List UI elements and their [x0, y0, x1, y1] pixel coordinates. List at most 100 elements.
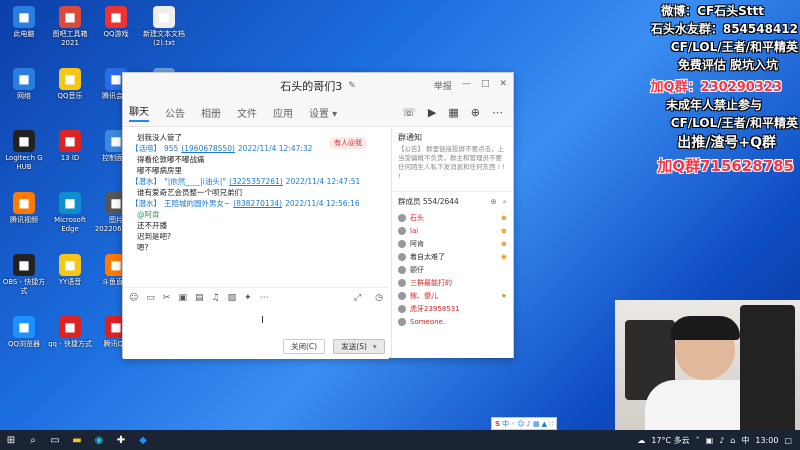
emoji-icon[interactable]: ☺ [129, 293, 138, 303]
overlay-weibo: 微博：CF石头Sttt [661, 4, 764, 18]
desktop-icon[interactable]: ■ Microsoft Edge [46, 192, 94, 234]
desktop-icon-label: 腾讯视频 [10, 216, 38, 224]
desktop-icon[interactable]: ■ qq - 快捷方式 [46, 316, 94, 349]
member-item[interactable]: 三群最能打的 [392, 276, 513, 289]
tab-files[interactable]: 文件 [237, 105, 257, 120]
member-item[interactable]: 虎牙23958531 [392, 302, 513, 315]
more-tools-icon[interactable]: ⋯ [260, 293, 269, 303]
desktop-icon[interactable]: ■ 13 ID [46, 130, 94, 163]
history-icon[interactable]: ◷ [375, 293, 383, 303]
maximize-button[interactable]: □ [481, 79, 490, 92]
input-lang[interactable]: 中 [741, 435, 749, 446]
desktop-icon[interactable]: ■ QQ游戏 [92, 6, 140, 39]
ime-toolbar[interactable]: S 中 ◦ ☺ ♪ ▦ ▲ ∷ [491, 417, 558, 430]
shake-icon[interactable]: ✦ [244, 293, 252, 303]
scissors-icon[interactable]: ✂ [163, 293, 171, 303]
tab-settings[interactable]: 设置 ▾ [309, 105, 337, 120]
clock[interactable]: 13:00 [755, 436, 778, 445]
ime-emoji-icon[interactable]: ☺ [517, 420, 524, 428]
expand-icon[interactable]: ⤢ [354, 293, 361, 303]
phone-icon[interactable]: ☏ [402, 106, 416, 119]
image-icon[interactable]: ▨ [228, 293, 237, 303]
sender-name[interactable]: 王陪城的圆外男女~ [164, 199, 230, 208]
qq-taskbar-icon[interactable]: ◆ [132, 430, 154, 450]
desktop-icon[interactable]: ■ 腾讯视频 [0, 192, 48, 225]
desktop-icon-label: qq - 快捷方式 [48, 340, 92, 348]
ime-punct-icon[interactable]: ◦ [511, 420, 515, 428]
doc-icon[interactable]: ▤ [195, 293, 204, 303]
avatar [398, 291, 406, 300]
ime-voice-icon[interactable]: ♪ [527, 420, 531, 428]
sender-num[interactable]: (3225357261) [229, 177, 283, 186]
weather-text[interactable]: 17°C 多云 [651, 435, 689, 446]
sender-name[interactable]: °|依然____|i油头|° [164, 177, 226, 186]
desktop-icon[interactable]: ■ Logitech G HUB [0, 130, 48, 172]
screen-share-icon[interactable]: ▦ [448, 106, 458, 119]
tab-notice[interactable]: 公告 [165, 105, 185, 120]
music-icon[interactable]: ♫ [211, 293, 219, 303]
desktop-icon[interactable]: ■ QQ浏览器 [0, 316, 48, 349]
send-button[interactable]: 发送(S) ▾ [333, 339, 385, 354]
members-search-icon[interactable]: ⌕ [503, 197, 507, 207]
ime-mode[interactable]: 中 [502, 419, 509, 429]
notice-text[interactable]: 【公告】 群里链接投屏不要点击，上当受骗概不负责，群主和管理员不要任何陌生人私下… [392, 145, 513, 181]
report-button[interactable]: 举报 [434, 79, 452, 92]
qq-icon: ■ [59, 316, 81, 338]
desktop-icon[interactable]: ■ OBS - 快捷方式 [0, 254, 48, 296]
desktop-icon[interactable]: ■ 图吧工具箱2021 [46, 6, 94, 48]
desktop-icon[interactable]: ■ 此电脑 [0, 6, 48, 39]
desktop-icon[interactable]: ■ QQ音乐 [46, 68, 94, 101]
weather-icon[interactable]: ☁ [637, 436, 645, 445]
gif-icon[interactable]: ▭ [146, 293, 155, 303]
overlay-qgroup: 加Q群：230290323 [650, 80, 782, 95]
sender-num[interactable]: (1960678550) [181, 144, 235, 153]
volume-icon[interactable]: ♪ [719, 436, 724, 445]
member-item[interactable]: 石头 ♚ [392, 211, 513, 224]
ime-shirt-icon[interactable]: ▲ [542, 420, 547, 428]
member-item[interactable]: 鎵、傻儿 ★ [392, 289, 513, 302]
edit-icon[interactable]: ✎ [348, 81, 356, 91]
task-view-icon[interactable]: ▭ [44, 430, 66, 450]
tab-chat[interactable]: 聊天 [129, 103, 149, 122]
mention-tag[interactable]: 有人@我 [329, 137, 367, 149]
send-options-icon[interactable]: ▾ [373, 342, 377, 351]
member-item[interactable]: 着自太难了 ♚ [392, 250, 513, 263]
app-taskbar-icon[interactable]: ✚ [110, 430, 132, 450]
logitech-icon: ■ [13, 130, 35, 152]
add-member-icon[interactable]: ⊕ [471, 106, 480, 119]
folder-icon[interactable]: ▣ [178, 293, 187, 303]
message-input[interactable]: I 关闭(C) 发送(S) ▾ [123, 307, 389, 359]
desktop-icon[interactable]: ■ YY语音 [46, 254, 94, 287]
overlay-eval: 免费评估 脱坑入坑 [677, 58, 778, 72]
minimize-button[interactable]: — [462, 79, 471, 92]
invite-icon[interactable]: ⊕ [491, 197, 497, 207]
search-icon[interactable]: ⌕ [22, 430, 44, 450]
video-call-icon[interactable]: ▶ [428, 106, 436, 119]
member-item[interactable]: 颤仔 [392, 263, 513, 276]
close-button[interactable]: 关闭(C) [283, 339, 325, 354]
app-icon: ■ [59, 130, 81, 152]
tab-album[interactable]: 相册 [201, 105, 221, 120]
edge-taskbar-icon[interactable]: ◉ [88, 430, 110, 450]
tab-apps[interactable]: 应用 [273, 105, 293, 120]
member-item[interactable]: 阿肯 ♚ [392, 237, 513, 250]
tray-chevron-icon[interactable]: ˄ [696, 436, 700, 445]
notification-icon[interactable]: ▢ [784, 436, 792, 445]
sender-num[interactable]: (838270134) [233, 199, 282, 208]
file-explorer-icon[interactable]: ▬ [66, 430, 88, 450]
message-text: 迟到是吧? [137, 232, 171, 241]
desktop-icon[interactable]: ■ 新建文本文档(2).txt [140, 6, 188, 48]
ime-keyboard-icon[interactable]: ▦ [533, 420, 540, 428]
desktop-icon[interactable]: ■ 网络 [0, 68, 48, 101]
ime-grid-icon[interactable]: ∷ [549, 420, 553, 428]
member-item[interactable]: Someone. [392, 315, 513, 328]
member-item[interactable]: lai ♚ [392, 224, 513, 237]
desktop-icon-label: 13 ID [60, 154, 80, 162]
close-window-button[interactable]: ✕ [499, 79, 507, 92]
more-icon[interactable]: ⋯ [492, 106, 503, 119]
window-titlebar[interactable]: 石头的哥们3 ✎ 举报 — □ ✕ [123, 73, 513, 99]
network-tray-icon[interactable]: ⌂ [730, 436, 735, 445]
sender-name[interactable]: 955 [164, 144, 178, 153]
tray-app-icon[interactable]: ▣ [706, 436, 714, 445]
start-icon[interactable]: ⊞ [0, 430, 22, 450]
